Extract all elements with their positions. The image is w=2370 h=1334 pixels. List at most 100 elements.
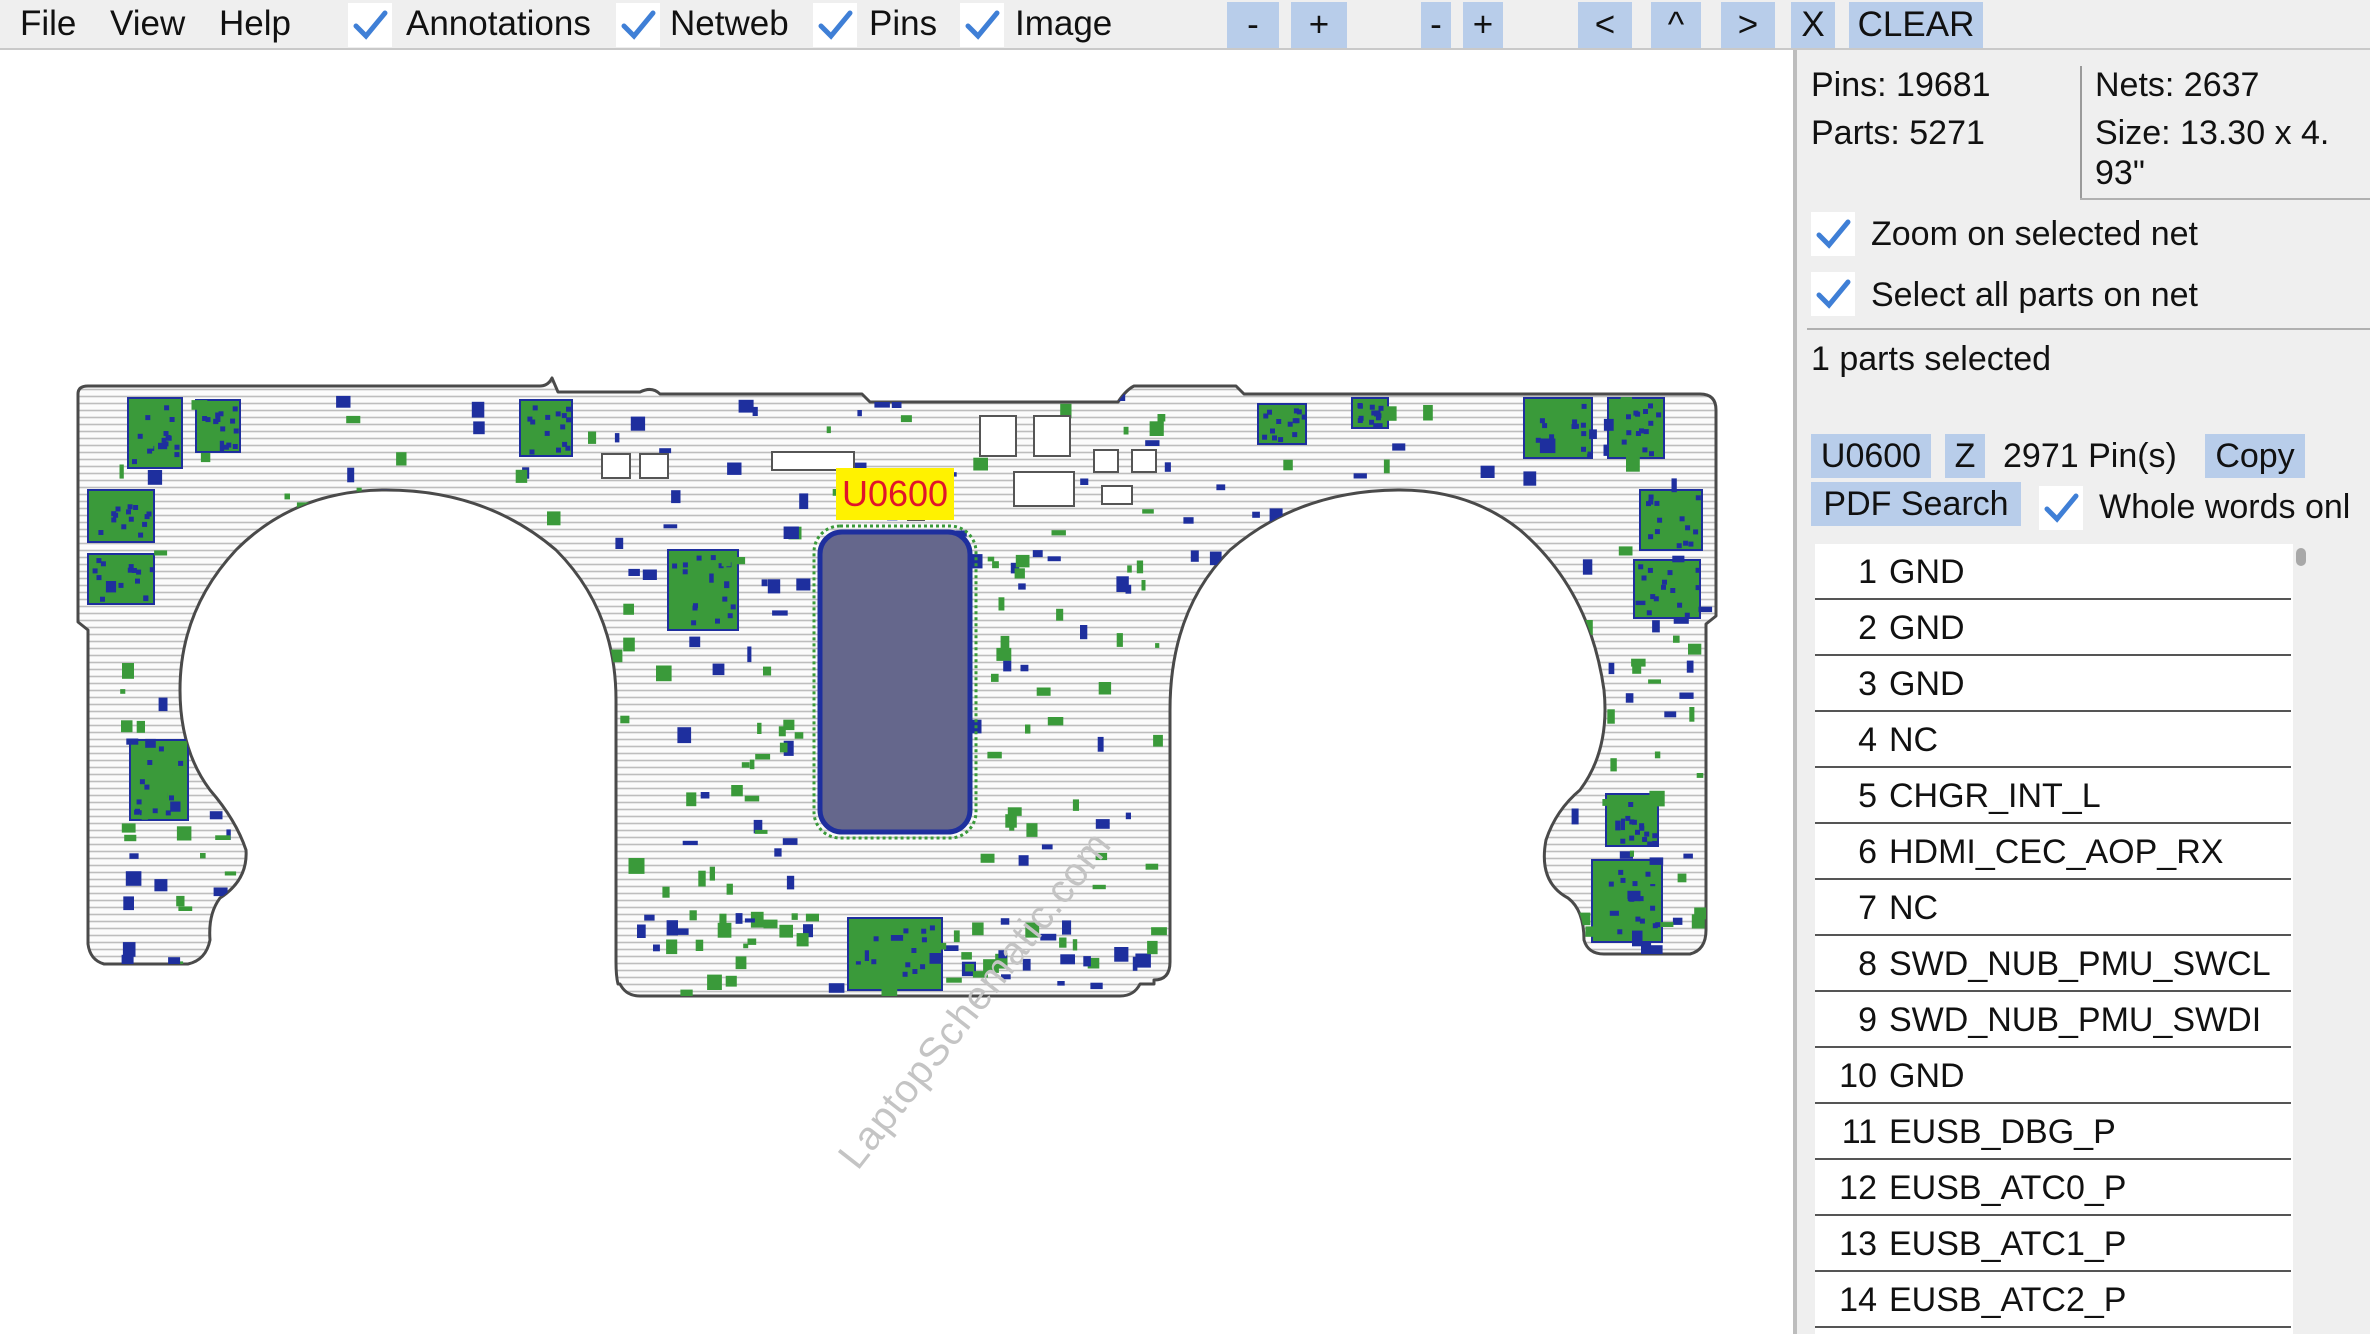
smd-component[interactable] [1635, 600, 1646, 606]
pin-row[interactable]: 14 EUSB_ATC2_P [1815, 1272, 2291, 1328]
smd-component[interactable] [864, 950, 869, 961]
smd-component[interactable] [721, 551, 731, 567]
smd-component[interactable] [122, 942, 136, 957]
smd-component[interactable] [805, 913, 819, 922]
pin-pad[interactable] [218, 411, 224, 417]
pin-row[interactable]: 4 NC [1815, 712, 2291, 768]
pin-pad[interactable] [1287, 421, 1293, 427]
smd-component[interactable] [1664, 711, 1677, 718]
pin-pad[interactable] [152, 808, 158, 814]
smd-component[interactable] [176, 826, 192, 841]
smd-component[interactable] [244, 828, 250, 838]
close-button[interactable]: X [1791, 2, 1835, 48]
pin-pad[interactable] [1652, 833, 1658, 839]
smd-component[interactable] [826, 426, 831, 434]
whole-words-checkbox[interactable] [2039, 486, 2083, 530]
smd-component[interactable] [987, 751, 1002, 759]
smd-component[interactable] [1020, 664, 1029, 672]
smd-component[interactable] [779, 742, 788, 753]
pin-pad[interactable] [1580, 422, 1586, 428]
pin-pad[interactable] [1654, 529, 1660, 535]
smd-component[interactable] [470, 537, 478, 549]
pin-pad[interactable] [1639, 428, 1644, 434]
pin-pad[interactable] [96, 575, 102, 581]
smd-component[interactable] [1151, 927, 1167, 936]
smd-component[interactable] [1141, 580, 1146, 591]
menu-help[interactable]: Help [219, 0, 291, 48]
step-up-button[interactable]: + [1463, 2, 1503, 48]
smd-component[interactable] [1127, 565, 1132, 573]
smd-component[interactable] [347, 467, 355, 483]
smd-component[interactable] [1632, 930, 1643, 947]
smd-component[interactable] [1618, 899, 1628, 905]
smd-component[interactable] [666, 939, 678, 955]
smd-component[interactable] [671, 490, 681, 504]
smd-component[interactable] [628, 858, 645, 874]
pin-pad[interactable] [96, 558, 102, 564]
pin-pad[interactable] [92, 568, 98, 574]
pin-pad[interactable] [161, 437, 167, 443]
smd-component[interactable] [1696, 773, 1704, 778]
pin-pad[interactable] [1639, 825, 1645, 831]
pin-pad[interactable] [1677, 602, 1683, 608]
pin-pad[interactable] [1618, 869, 1624, 875]
smd-component[interactable] [731, 785, 743, 797]
smd-component[interactable] [120, 689, 126, 694]
smd-component[interactable] [396, 452, 407, 466]
smd-component[interactable] [778, 726, 786, 737]
outlined-part[interactable] [1013, 471, 1075, 507]
smd-component[interactable] [628, 568, 640, 576]
smd-component[interactable] [1290, 533, 1304, 543]
smd-component[interactable] [317, 590, 330, 602]
pin-pad[interactable] [1357, 418, 1363, 423]
pin-pad[interactable] [1683, 540, 1689, 546]
smd-component[interactable] [1618, 546, 1633, 556]
pin-row[interactable]: 9 SWD_NUB_PMU_SWDI [1815, 992, 2291, 1048]
smd-component[interactable] [1114, 947, 1129, 962]
smd-component[interactable] [1155, 643, 1160, 648]
pin-pad[interactable] [710, 555, 716, 561]
smd-component[interactable] [1672, 555, 1685, 563]
smd-component[interactable] [712, 663, 725, 676]
pin-pad[interactable] [1695, 567, 1701, 573]
select-all-on-net-label[interactable]: Select all parts on net [1871, 276, 2198, 315]
smd-component[interactable] [1631, 658, 1646, 667]
smd-component[interactable] [757, 722, 762, 734]
smd-component[interactable] [1537, 605, 1546, 615]
smd-component[interactable] [946, 977, 962, 983]
zoom-in-button[interactable]: + [1291, 2, 1347, 48]
smd-component[interactable] [637, 924, 646, 939]
pin-pad[interactable] [929, 925, 935, 931]
smd-component[interactable] [126, 738, 139, 745]
pin-pad[interactable] [1542, 423, 1548, 429]
pin-pad[interactable] [128, 516, 134, 522]
pin-pad[interactable] [169, 417, 175, 422]
pin-pad[interactable] [696, 555, 702, 561]
smd-component[interactable] [1072, 799, 1079, 811]
pin-pad[interactable] [220, 426, 226, 432]
pin-pad[interactable] [565, 445, 571, 451]
smd-component[interactable] [1321, 588, 1332, 601]
smd-component[interactable] [752, 406, 758, 416]
pin-pad[interactable] [230, 418, 236, 424]
smd-component[interactable] [434, 499, 442, 508]
smd-component[interactable] [346, 415, 361, 424]
smd-component[interactable] [1633, 421, 1644, 427]
smd-component[interactable] [547, 511, 561, 526]
smd-component[interactable] [1164, 462, 1171, 472]
ic-package[interactable] [1633, 559, 1701, 619]
pin-pad[interactable] [1648, 403, 1653, 409]
smd-component[interactable] [1523, 471, 1537, 486]
smd-component[interactable] [1095, 819, 1110, 829]
smd-component[interactable] [1521, 557, 1531, 571]
smd-component[interactable] [900, 415, 912, 423]
pin-pad[interactable] [1626, 414, 1631, 420]
smd-component[interactable] [1582, 559, 1593, 575]
smd-component[interactable] [1609, 910, 1619, 916]
smd-component[interactable] [1007, 807, 1022, 816]
pin-pad[interactable] [873, 936, 879, 942]
pin-pad[interactable] [126, 509, 131, 515]
up-button[interactable]: ^ [1651, 2, 1701, 48]
pin-pad[interactable] [1581, 403, 1587, 409]
smd-component[interactable] [1056, 608, 1064, 621]
